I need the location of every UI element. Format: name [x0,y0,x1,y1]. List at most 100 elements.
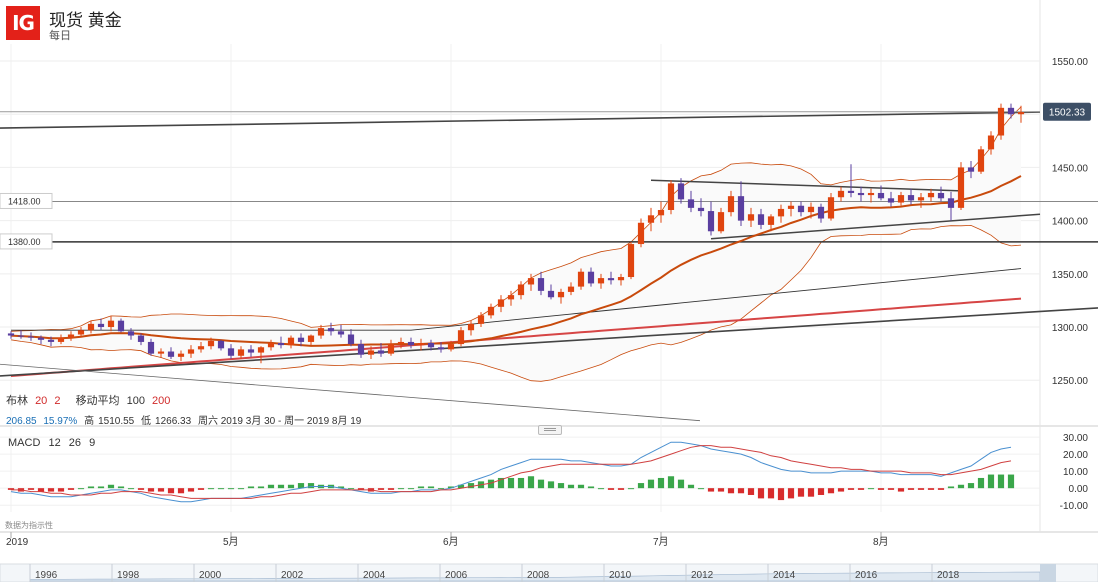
macd-histogram-bar [467,483,475,489]
macd-histogram-bar [667,476,675,489]
candle-body [7,333,15,336]
candle-body [167,351,175,357]
price-tick-label: 1400.00 [1052,217,1089,228]
candle-body [127,331,135,336]
macd-histogram-bar [627,488,635,490]
macd-histogram-bar [347,488,355,490]
candle-body [1017,112,1025,115]
macd-histogram-bar [197,488,205,490]
candle-body [207,340,215,347]
macd-histogram-bar [587,486,595,489]
candle-body [347,334,355,345]
macd-histogram-bar [437,488,445,490]
candle-body [237,349,245,356]
candle-body [767,216,775,225]
macd-histogram-bar [107,484,115,489]
time-axis-label: 5月 [223,536,239,548]
candle-body [107,320,115,328]
macd-histogram-bar [647,479,655,489]
candle-body [227,348,235,356]
candle-body [187,349,195,354]
candle-body [727,196,735,213]
macd-histogram-bar [277,484,285,489]
candle-body [987,135,995,150]
candle-body [777,208,785,217]
macd-histogram-bar [257,486,265,489]
price-tick-label: 1550.00 [1052,57,1089,68]
candle-body [247,349,255,353]
macd-histogram-bar [837,488,845,492]
macd-histogram-bar [607,488,615,490]
macd-tick-label: 20.00 [1063,450,1088,461]
macd-legend[interactable]: MACD 12 26 9 [8,437,100,449]
candle-body [887,198,895,203]
candle-body [257,347,265,353]
disclaimer: 数据为指示性 [5,521,53,530]
macd-histogram-bar [57,488,65,492]
candle-body [657,209,665,216]
candle-body [617,277,625,281]
last-price-label: 1502.33 [1049,108,1086,119]
candle-body [507,295,515,300]
candle-body [957,167,965,208]
price-chart[interactable]: 1250.00 1300.00 1350.00 1400.00 1450.00 1550.… [0,0,1098,582]
macd-histogram-bar [947,486,955,489]
candle-body [697,207,705,212]
candle-body [447,344,455,350]
macd-histogram-bar [967,483,975,489]
macd-histogram-bar [207,488,215,490]
navigator-year-label: 1998 [117,570,140,581]
macd-histogram-bar [957,484,965,489]
candle-body [217,340,225,349]
macd-histogram-bar [797,488,805,497]
macd-histogram-bar [77,488,85,490]
navigator-year-label: 2004 [363,570,386,581]
candle-body [537,278,545,291]
candle-body [197,346,205,350]
macd-histogram-bar [97,486,105,489]
navigator-year-label: 2010 [609,570,632,581]
candle-body [497,299,505,307]
candle-body [97,323,105,328]
macd-histogram-bar [267,484,275,489]
time-axis-label: 6月 [443,536,459,548]
pane-resize-handle[interactable] [538,425,562,435]
stat-change-pct: 15.97% [43,416,78,427]
macd-histogram-bar [887,488,895,490]
macd-histogram-bar [417,486,425,489]
macd-histogram-bar [597,488,605,490]
candle-body [967,167,975,172]
macd-histogram-bar [697,488,705,490]
candle-body [867,192,875,196]
navigator-year-label: 2018 [937,570,960,581]
candle-body [907,195,915,201]
macd-histogram-bar [777,488,785,501]
macd-histogram-bar [877,488,885,490]
macd-tick-label: -10.00 [1060,501,1089,512]
candle-body [667,183,675,210]
navigator-year-label: 2008 [527,570,550,581]
macd-histogram-bar [147,488,155,492]
macd-histogram-bar [237,488,245,490]
macd-histogram-bar [87,486,95,489]
candle-body [287,337,295,346]
candle-body [717,212,725,232]
candle-body [827,197,835,219]
macd-histogram-bar [397,488,405,490]
indicator-legend[interactable]: 布林 20 2 移动平均 100 200 [6,392,174,408]
macd-histogram-bar [687,484,695,489]
macd-label: MACD [8,437,41,449]
macd-histogram-bar [187,488,195,492]
candle-body [117,320,125,332]
candle-body [77,330,85,335]
macd-signal: 9 [89,437,96,449]
macd-histogram-bar [27,488,35,490]
time-axis-label: 7月 [653,536,669,548]
navigator-year-label: 2006 [445,570,468,581]
candle-body [67,334,75,338]
macd-histogram-bar [737,488,745,494]
candle-body [747,214,755,221]
candle-body [787,205,795,209]
candle-body [37,337,45,340]
macd-histogram-bar [137,488,145,490]
